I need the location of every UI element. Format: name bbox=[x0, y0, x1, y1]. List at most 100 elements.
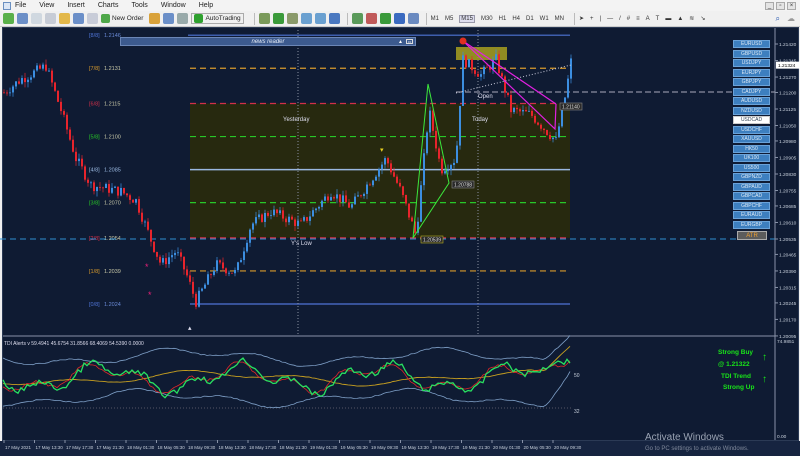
window-icon[interactable]: ▭ bbox=[406, 39, 413, 44]
symbol-button-hk50[interactable]: HK50 bbox=[733, 144, 770, 153]
activate-windows-title: Activate Windows bbox=[645, 432, 724, 443]
candle-body bbox=[567, 78, 569, 98]
murrey-tag: [1/8] bbox=[89, 269, 100, 275]
candle-body bbox=[231, 272, 233, 274]
symbol-button-gbpnzd[interactable]: GBPNZD bbox=[733, 173, 770, 181]
candle-body bbox=[114, 186, 116, 188]
symbol-button-gbpjpy[interactable]: GBPJPY bbox=[733, 78, 770, 86]
atr-button[interactable]: ATR bbox=[737, 231, 767, 240]
candle-body bbox=[294, 219, 296, 226]
symbol-button-eurusd[interactable]: EURUSD bbox=[733, 40, 770, 48]
candle-body bbox=[555, 137, 557, 138]
candle-body bbox=[450, 165, 452, 170]
candle-body bbox=[243, 251, 245, 261]
candle-body bbox=[312, 210, 314, 217]
symbol-button-audusd[interactable]: AUDUSD bbox=[733, 97, 770, 105]
candle-body bbox=[483, 66, 485, 75]
price-axis-label: 1.21270 bbox=[779, 75, 797, 81]
candle-body bbox=[216, 260, 218, 272]
candle-body bbox=[444, 171, 446, 174]
signal-tdi-trend: TDI Trend bbox=[721, 373, 751, 380]
candle-body bbox=[282, 210, 284, 219]
symbol-button-uk100[interactable]: UK100 bbox=[733, 154, 770, 162]
candle-body bbox=[384, 158, 386, 165]
candle-body bbox=[342, 195, 344, 203]
candle-body bbox=[93, 182, 95, 192]
symbol-button-eurjpy[interactable]: EURJPY bbox=[733, 68, 770, 77]
candle-body bbox=[63, 111, 65, 115]
price-chart[interactable]: [8/8] 1.2146 [7/8] 1.2131 [6/8] 1.2115 [5/8] 1.… bbox=[0, 0, 800, 456]
candle-body bbox=[399, 182, 401, 187]
candle-body bbox=[201, 288, 203, 291]
price-axis-label: 1.20170 bbox=[779, 317, 797, 323]
indicator-axis-bottom: 0.00 bbox=[777, 434, 787, 440]
level-32-label: 32 bbox=[574, 409, 580, 415]
candle-body bbox=[171, 255, 173, 258]
candle-body bbox=[96, 186, 98, 192]
symbol-button-usdchf[interactable]: USDCHF bbox=[733, 125, 770, 134]
candle-body bbox=[39, 65, 41, 69]
candle-body bbox=[3, 92, 5, 94]
symbol-button-euraud[interactable]: EURAUD bbox=[733, 211, 770, 219]
symbol-button-gbpaud[interactable]: GBPAUD bbox=[733, 182, 770, 191]
candle-body bbox=[30, 77, 32, 80]
candle-body bbox=[477, 73, 479, 77]
candle-body bbox=[57, 90, 59, 102]
symbol-button-gbpusd[interactable]: GBPUSD bbox=[733, 49, 770, 58]
candle-body bbox=[87, 179, 89, 183]
murrey-tag: [0/8] bbox=[89, 302, 100, 308]
candle-body bbox=[27, 79, 29, 83]
candle-body bbox=[18, 81, 20, 84]
signal-dot bbox=[459, 37, 467, 45]
candle-body bbox=[465, 55, 467, 68]
time-axis-label: 20 May 01:30 bbox=[493, 445, 521, 450]
time-axis-label: 17 May 17:30 bbox=[66, 445, 94, 450]
candle-body bbox=[456, 145, 458, 163]
candle-body bbox=[360, 195, 362, 197]
signal-price: @ 1.21322 bbox=[718, 361, 750, 368]
candle-body bbox=[123, 187, 125, 194]
price-axis-label: 1.20905 bbox=[779, 155, 797, 161]
candle-body bbox=[558, 126, 560, 138]
candle-body bbox=[504, 76, 506, 93]
candle-body bbox=[90, 182, 92, 184]
candle-body bbox=[120, 187, 122, 196]
candle-body bbox=[549, 134, 551, 140]
news-reader-panel[interactable]: news reader ▲ ▭ bbox=[120, 37, 416, 46]
time-axis-label: 18 May 01:30 bbox=[127, 445, 155, 450]
candle-body bbox=[309, 216, 311, 221]
candle-body bbox=[429, 110, 431, 133]
candle-body bbox=[33, 70, 35, 78]
candle-body bbox=[351, 204, 353, 208]
symbol-button-xauusd[interactable]: XAUUSD bbox=[733, 135, 770, 143]
current-price-label: 1.21324 bbox=[778, 63, 796, 69]
candle-body bbox=[453, 162, 455, 166]
symbol-button-eurgbp[interactable]: EURGBP bbox=[733, 220, 770, 229]
price-axis-label: 1.20755 bbox=[779, 189, 797, 195]
symbol-button-gbpchf[interactable]: GBPCHF bbox=[733, 201, 770, 210]
price-axis-label: 1.20465 bbox=[779, 252, 797, 258]
candle-body bbox=[339, 194, 341, 203]
murrey-tag: [7/8] bbox=[89, 66, 100, 72]
candle-body bbox=[24, 78, 26, 83]
price-label: 1.20539 bbox=[423, 238, 441, 244]
symbol-button-us500[interactable]: US500 bbox=[733, 163, 770, 172]
candle-body bbox=[324, 196, 326, 201]
candle-body bbox=[537, 122, 539, 125]
symbol-button-usdcad[interactable]: USDCAD bbox=[733, 116, 770, 124]
symbol-button-cadjpy[interactable]: CADJPY bbox=[733, 87, 770, 96]
candle-body bbox=[381, 164, 383, 170]
symbol-button-nzdusd[interactable]: NZDUSD bbox=[733, 106, 770, 115]
collapse-icon[interactable]: ▲ bbox=[398, 38, 403, 46]
up-arrow-icon: ↑ bbox=[762, 352, 767, 363]
candle-body bbox=[192, 281, 194, 294]
candle-body bbox=[318, 206, 320, 209]
candle-body bbox=[252, 223, 254, 230]
symbol-button-gbpcad[interactable]: GBPCAD bbox=[733, 192, 770, 200]
candle-body bbox=[36, 65, 38, 71]
candle-body bbox=[258, 214, 260, 218]
candle-body bbox=[369, 184, 371, 186]
indicator-axis-top: 74.9851 bbox=[777, 339, 795, 345]
symbol-button-usdjpy[interactable]: USDJPY bbox=[733, 59, 770, 67]
candle-body bbox=[525, 109, 527, 112]
